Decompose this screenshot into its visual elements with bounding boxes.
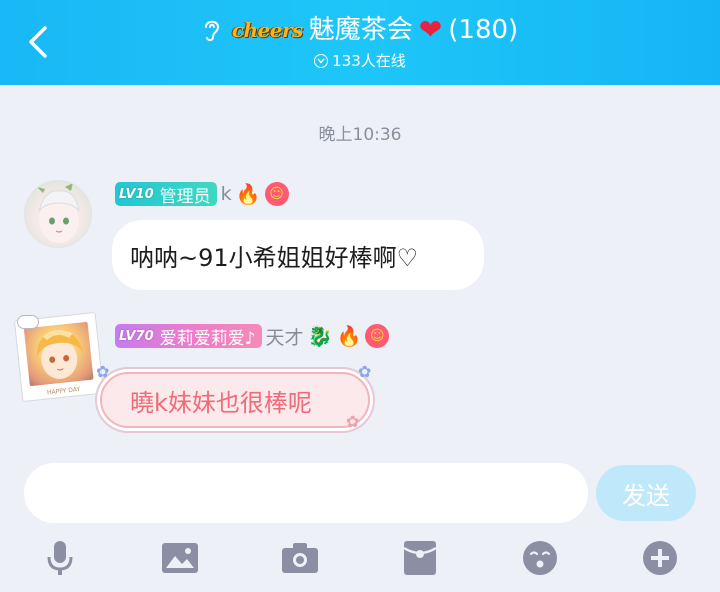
heart-icon: ❤ [418, 13, 443, 46]
message-bubble[interactable]: 呐呐~91小希姐姐好棒啊♡ [112, 220, 484, 290]
message-bubble[interactable]: 曉k妹妹也很棒呢 [100, 372, 370, 428]
image-icon[interactable] [158, 536, 202, 580]
sender-nickname[interactable]: 天才 [266, 323, 304, 350]
plus-icon[interactable] [638, 536, 682, 580]
flower-icon: ☺ [264, 182, 289, 206]
sender-info: LV70 爱莉爱莉爱♪ 天才 🐉 🔥 ☺ [115, 322, 390, 350]
fire-icon: 🔥 [235, 182, 261, 206]
online-status[interactable]: 133人在线 [0, 50, 720, 72]
frame-caption: HAPPY DAY [46, 385, 81, 397]
online-indicator-icon [314, 54, 329, 68]
avatar [23, 321, 94, 387]
bow-decoration: ✿ [346, 412, 360, 431]
avatar[interactable] [24, 180, 92, 248]
bow-decoration: ✿ [96, 362, 110, 381]
cloud-decoration [17, 315, 39, 329]
camera-icon[interactable] [278, 536, 322, 580]
ear-icon[interactable] [202, 14, 226, 46]
sender-info: LV10 管理员 k 🔥 ☺ [115, 180, 289, 208]
fire-icon: 🔥 [336, 324, 362, 348]
input-toolbar [0, 536, 720, 580]
role-label: 管理员 [159, 186, 211, 207]
message-input[interactable] [24, 463, 588, 523]
member-count: (180) [448, 15, 519, 45]
send-button[interactable]: 发送 [596, 465, 696, 521]
chat-header: cheers 魅魔茶会 ❤ (180) 133人在线 [0, 0, 720, 85]
group-name: 魅魔茶会 [308, 15, 413, 45]
level-badge: LV10 管理员 [115, 182, 217, 207]
microphone-icon[interactable] [38, 536, 82, 580]
level-number: LV70 [119, 328, 154, 344]
online-count: 133人在线 [332, 52, 406, 70]
chat-title[interactable]: cheers 魅魔茶会 ❤ (180) [0, 12, 720, 48]
flower-icon: ☺ [365, 324, 390, 348]
dragon-icon: 🐉 [307, 324, 333, 348]
emoji-icon[interactable] [518, 536, 562, 580]
bow-decoration: ✿ [358, 362, 372, 381]
title-badge-label: 爱莉爱莉爱♪ [159, 328, 256, 349]
sender-nickname[interactable]: k [221, 183, 232, 205]
red-packet-icon[interactable] [398, 536, 442, 580]
brand-logo: cheers [231, 18, 303, 42]
level-badge: LV70 爱莉爱莉爱♪ [115, 324, 262, 349]
level-number: LV10 [119, 186, 154, 202]
message-timestamp: 晚上10:36 [318, 125, 402, 145]
